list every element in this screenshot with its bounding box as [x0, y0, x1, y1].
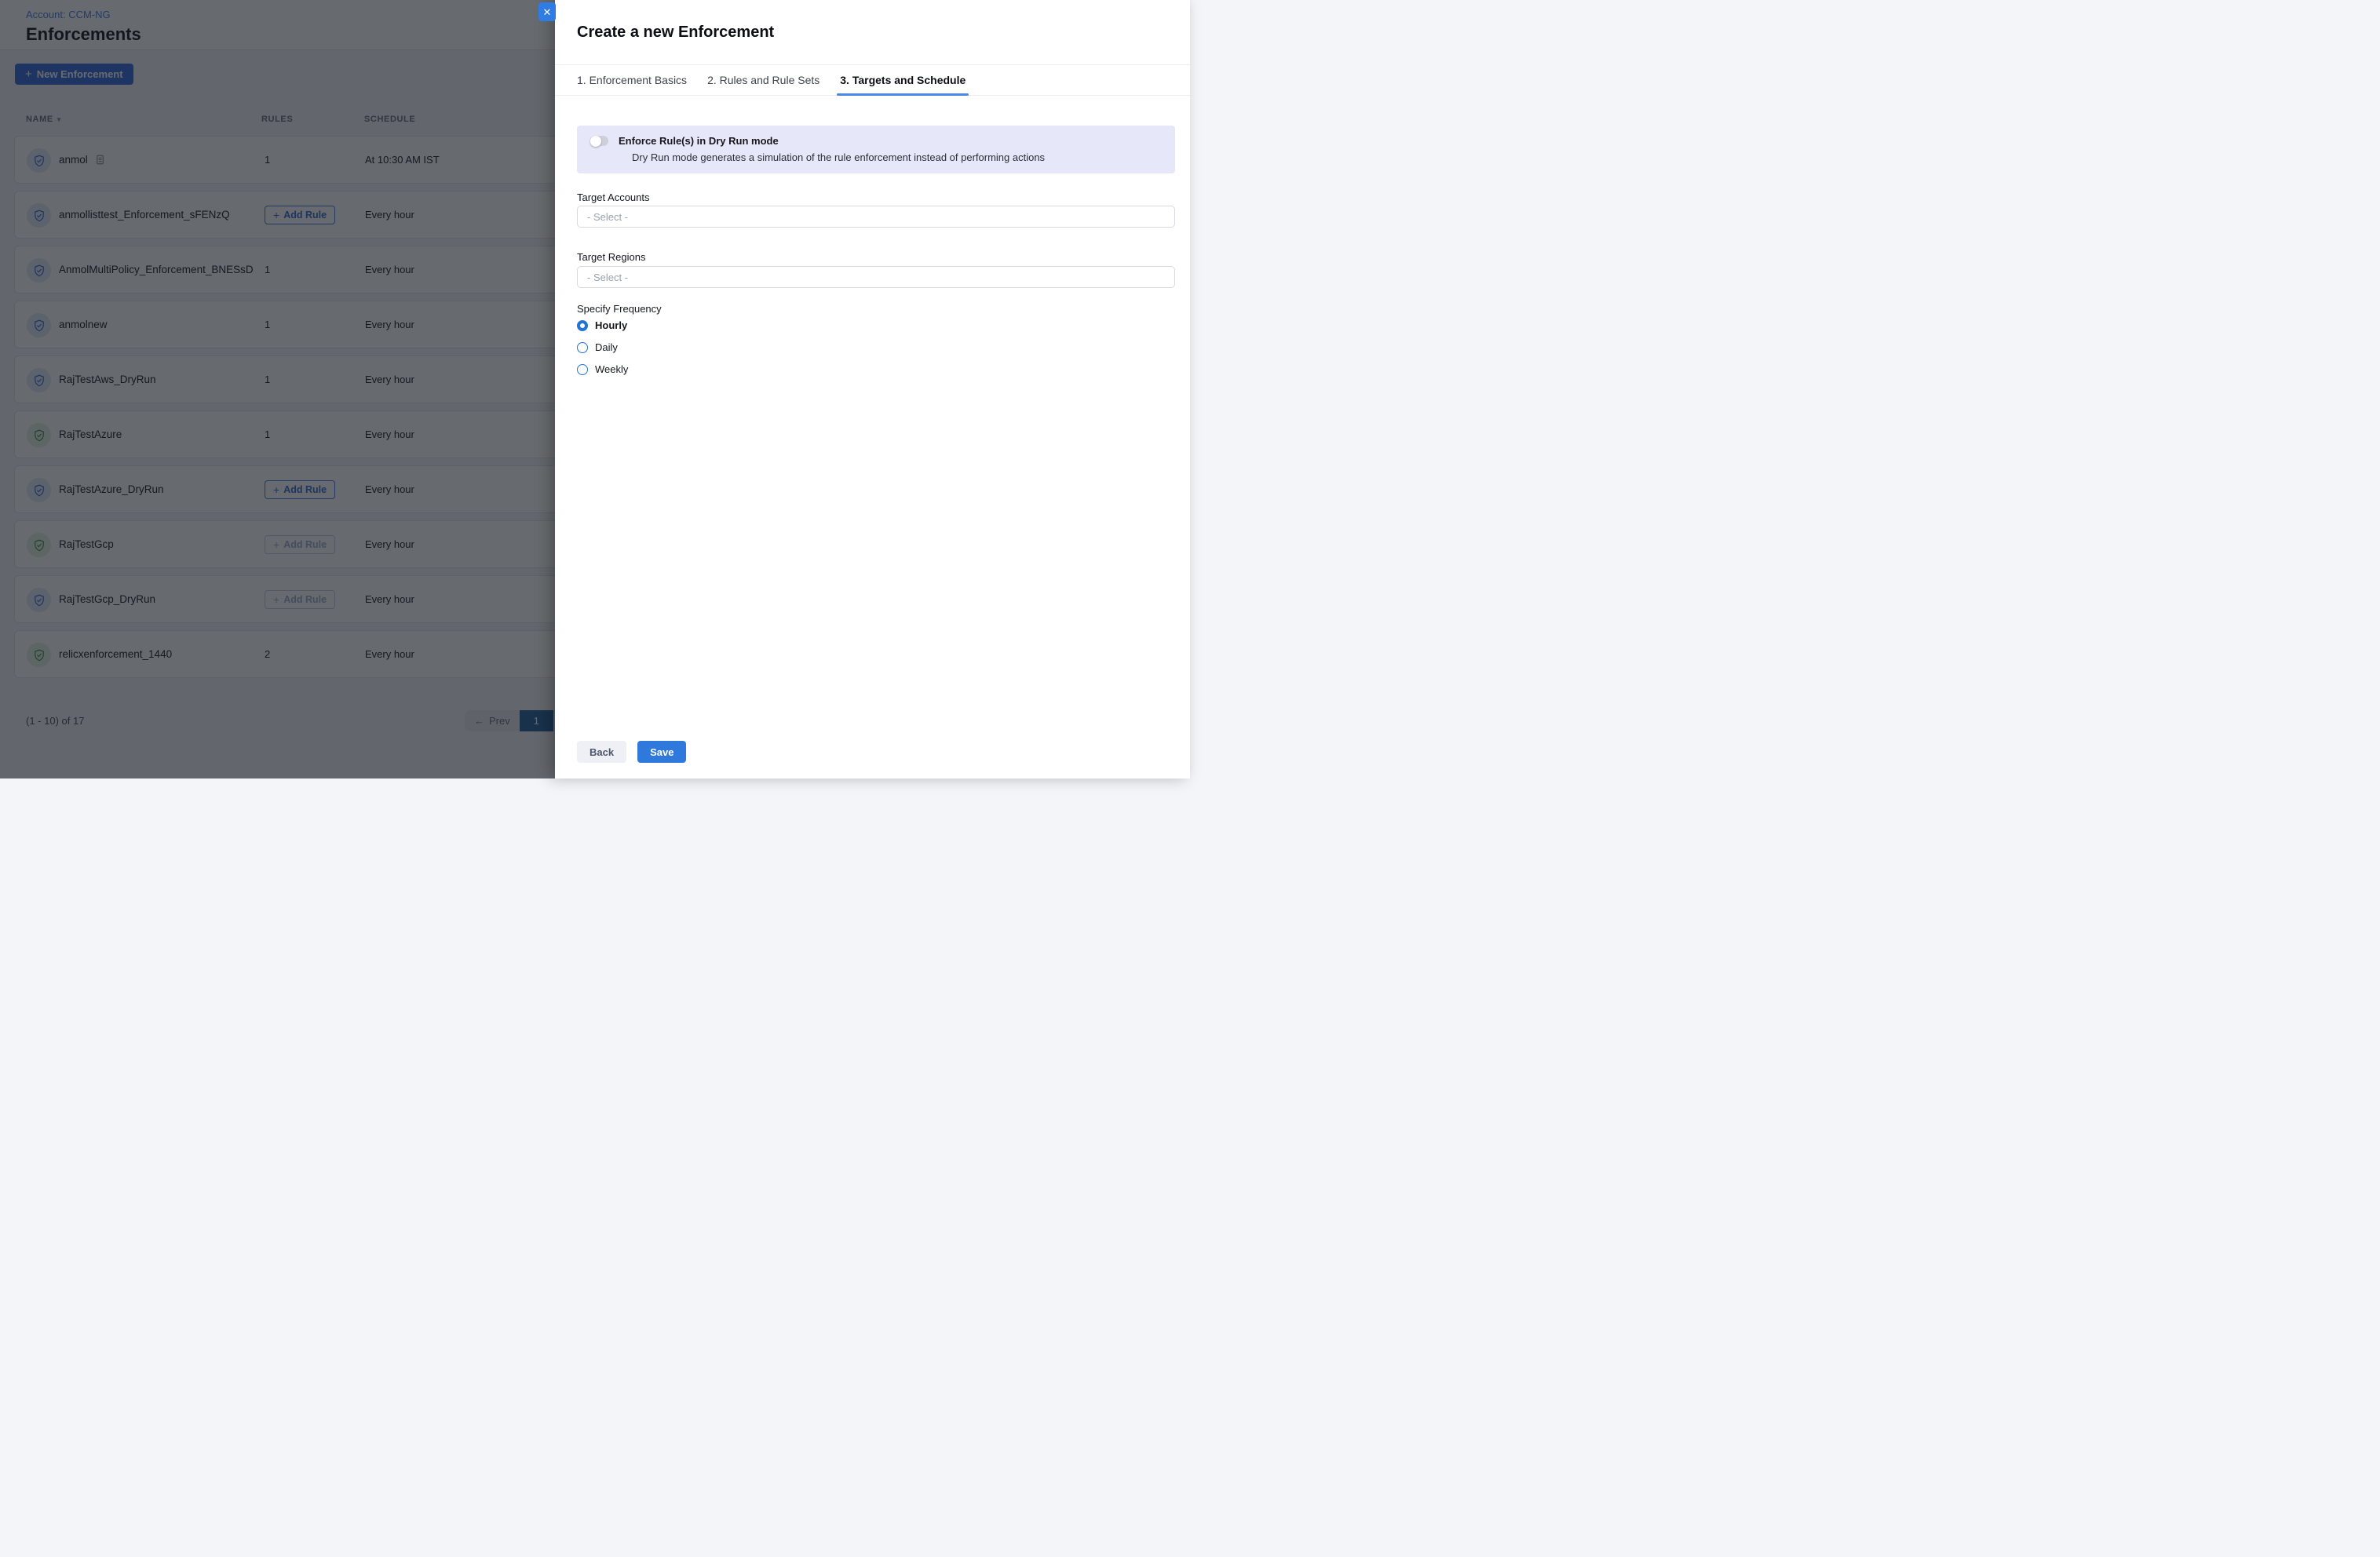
- radio-unchecked-icon: [577, 342, 588, 353]
- radio-label: Hourly: [595, 319, 627, 331]
- frequency-option-hourly[interactable]: Hourly: [577, 319, 628, 331]
- tab-enforcement-basics[interactable]: 1. Enforcement Basics: [577, 65, 687, 95]
- dry-run-toggle[interactable]: [590, 136, 608, 146]
- select-placeholder: - Select -: [587, 272, 628, 283]
- target-regions-label: Target Regions: [577, 251, 645, 263]
- target-accounts-select[interactable]: - Select -: [577, 206, 1175, 228]
- create-enforcement-drawer: Create a new Enforcement 1. Enforcement …: [555, 0, 1190, 778]
- radio-label: Daily: [595, 341, 618, 353]
- radio-checked-icon: [577, 320, 588, 331]
- frequency-option-daily[interactable]: Daily: [577, 341, 628, 353]
- tab-targets-and-schedule[interactable]: 3. Targets and Schedule: [840, 65, 966, 95]
- target-regions-select[interactable]: - Select -: [577, 266, 1175, 288]
- target-accounts-label: Target Accounts: [577, 191, 650, 203]
- dry-run-banner: Enforce Rule(s) in Dry Run mode Dry Run …: [577, 126, 1175, 173]
- frequency-option-weekly[interactable]: Weekly: [577, 363, 628, 375]
- back-button[interactable]: Back: [577, 741, 626, 763]
- select-placeholder: - Select -: [587, 211, 628, 223]
- frequency-radio-group: Hourly Daily Weekly: [577, 319, 628, 375]
- tab-rules-and-rule-sets[interactable]: 2. Rules and Rule Sets: [707, 65, 819, 95]
- close-button[interactable]: ✕: [538, 2, 556, 21]
- close-icon: ✕: [543, 7, 552, 17]
- dry-run-title: Enforce Rule(s) in Dry Run mode: [619, 135, 779, 147]
- save-button[interactable]: Save: [637, 741, 686, 763]
- frequency-label: Specify Frequency: [577, 303, 662, 315]
- radio-label: Weekly: [595, 363, 628, 375]
- radio-unchecked-icon: [577, 364, 588, 375]
- drawer-actions: Back Save: [577, 741, 686, 763]
- drawer-title: Create a new Enforcement: [577, 24, 774, 42]
- wizard-tabs: 1. Enforcement Basics 2. Rules and Rule …: [555, 65, 1190, 96]
- dry-run-description: Dry Run mode generates a simulation of t…: [632, 151, 1175, 163]
- toggle-knob: [590, 136, 601, 147]
